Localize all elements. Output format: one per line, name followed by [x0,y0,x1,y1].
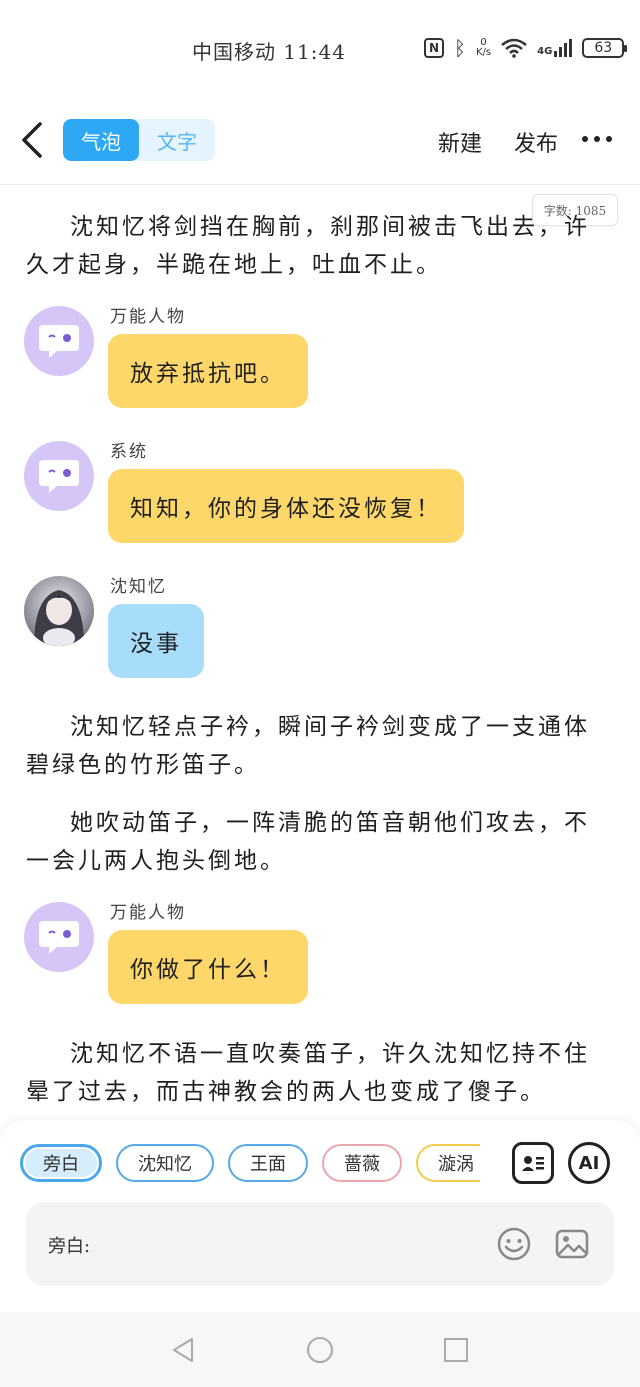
chat-bubble-face-icon [39,325,79,358]
tab-bubble[interactable]: 气泡 [63,119,139,161]
header: 气泡 文字 新建 发布 [0,112,640,172]
chip-character[interactable]: 沈知忆 [116,1144,214,1182]
chat-message[interactable]: 万能人物 放弃抵抗吧。 [24,306,604,416]
speaker-name: 系统 [110,442,148,462]
battery-level: 63 [594,40,613,56]
mode-segmented-control: 气泡 文字 [63,119,215,161]
input-box: 旁白: [26,1202,614,1286]
image-icon[interactable] [554,1226,590,1262]
network-speed: 0 K/s [476,38,491,58]
status-icons: N ᛒ 0 K/s 4G 63 [424,36,628,60]
input-speaker-label: 旁白: [48,1236,91,1257]
chip-narrator[interactable]: 旁白 [20,1144,102,1182]
nav-home-icon[interactable] [306,1336,334,1364]
speaker-name: 沈知忆 [110,577,167,597]
message-bubble[interactable]: 没事 [108,604,204,678]
system-nav-bar [0,1312,640,1387]
publish-button[interactable]: 发布 [514,126,558,158]
message-input[interactable] [104,1222,484,1266]
message-bubble[interactable]: 放弃抵抗吧。 [108,334,308,408]
status-carrier-time: 中国移动 11:44 [192,40,346,64]
battery-icon: 63 [582,38,628,58]
chat-message[interactable]: 万能人物 你做了什么！ [24,902,604,1012]
speaker-name: 万能人物 [110,307,186,327]
character-card-icon[interactable] [512,1142,554,1184]
chat-bubble-face-icon [39,460,79,493]
wifi-icon [501,38,527,58]
narration-paragraph[interactable]: 沈知忆轻点子衿，瞬间子衿剑变成了一支通体碧绿色的竹形笛子。 [26,708,598,784]
character-chip-list: 旁白 沈知忆 王面 蔷薇 漩涡 [20,1144,480,1188]
status-bar: 中国移动 11:44 N ᛒ 0 K/s 4G 63 [0,0,640,96]
composer-panel: 旁白 沈知忆 王面 蔷薇 漩涡 AI 旁白: [0,1120,640,1312]
nav-recents-icon[interactable] [442,1336,470,1364]
avatar[interactable] [24,902,94,972]
emoji-icon[interactable] [496,1226,532,1262]
narration-paragraph[interactable]: 沈知忆将剑挡在胸前，刹那间被击飞出去，许久才起身，半跪在地上，吐血不止。 [26,208,598,284]
narration-paragraph[interactable]: 她吹动笛子，一阵清脆的笛音朝他们攻去，不一会儿两人抱头倒地。 [26,804,598,880]
avatar[interactable] [24,306,94,376]
new-button[interactable]: 新建 [438,126,482,158]
chat-message[interactable]: 系统 知知，你的身体还没恢复！ [24,441,604,551]
chip-character[interactable]: 蔷薇 [322,1144,402,1182]
chat-bubble-face-icon [39,921,79,954]
more-options-icon[interactable] [582,136,612,142]
speed-unit: K/s [476,47,492,58]
bluetooth-icon: ᛒ [454,36,466,60]
character-portrait-icon [34,590,84,646]
ai-button[interactable]: AI [568,1142,610,1184]
tab-text[interactable]: 文字 [139,119,215,161]
network-type: 4G [537,46,553,57]
cellular-signal-icon: 4G [537,39,573,57]
speaker-name: 万能人物 [110,903,186,923]
message-bubble[interactable]: 知知，你的身体还没恢复！ [108,469,464,543]
back-arrow-icon[interactable] [18,118,48,162]
nav-back-icon[interactable] [170,1336,198,1364]
message-bubble[interactable]: 你做了什么！ [108,930,308,1004]
avatar[interactable] [24,441,94,511]
nfc-icon: N [424,38,444,58]
header-divider [0,184,640,185]
narration-paragraph[interactable]: 沈知忆不语一直吹奏笛子，许久沈知忆持不住晕了过去，而古神教会的两人也变成了傻子。 [26,1035,598,1111]
chip-character[interactable]: 王面 [228,1144,308,1182]
chip-character[interactable]: 漩涡 [416,1144,480,1182]
avatar[interactable] [24,576,94,646]
chat-message[interactable]: 沈知忆 没事 [24,576,604,686]
